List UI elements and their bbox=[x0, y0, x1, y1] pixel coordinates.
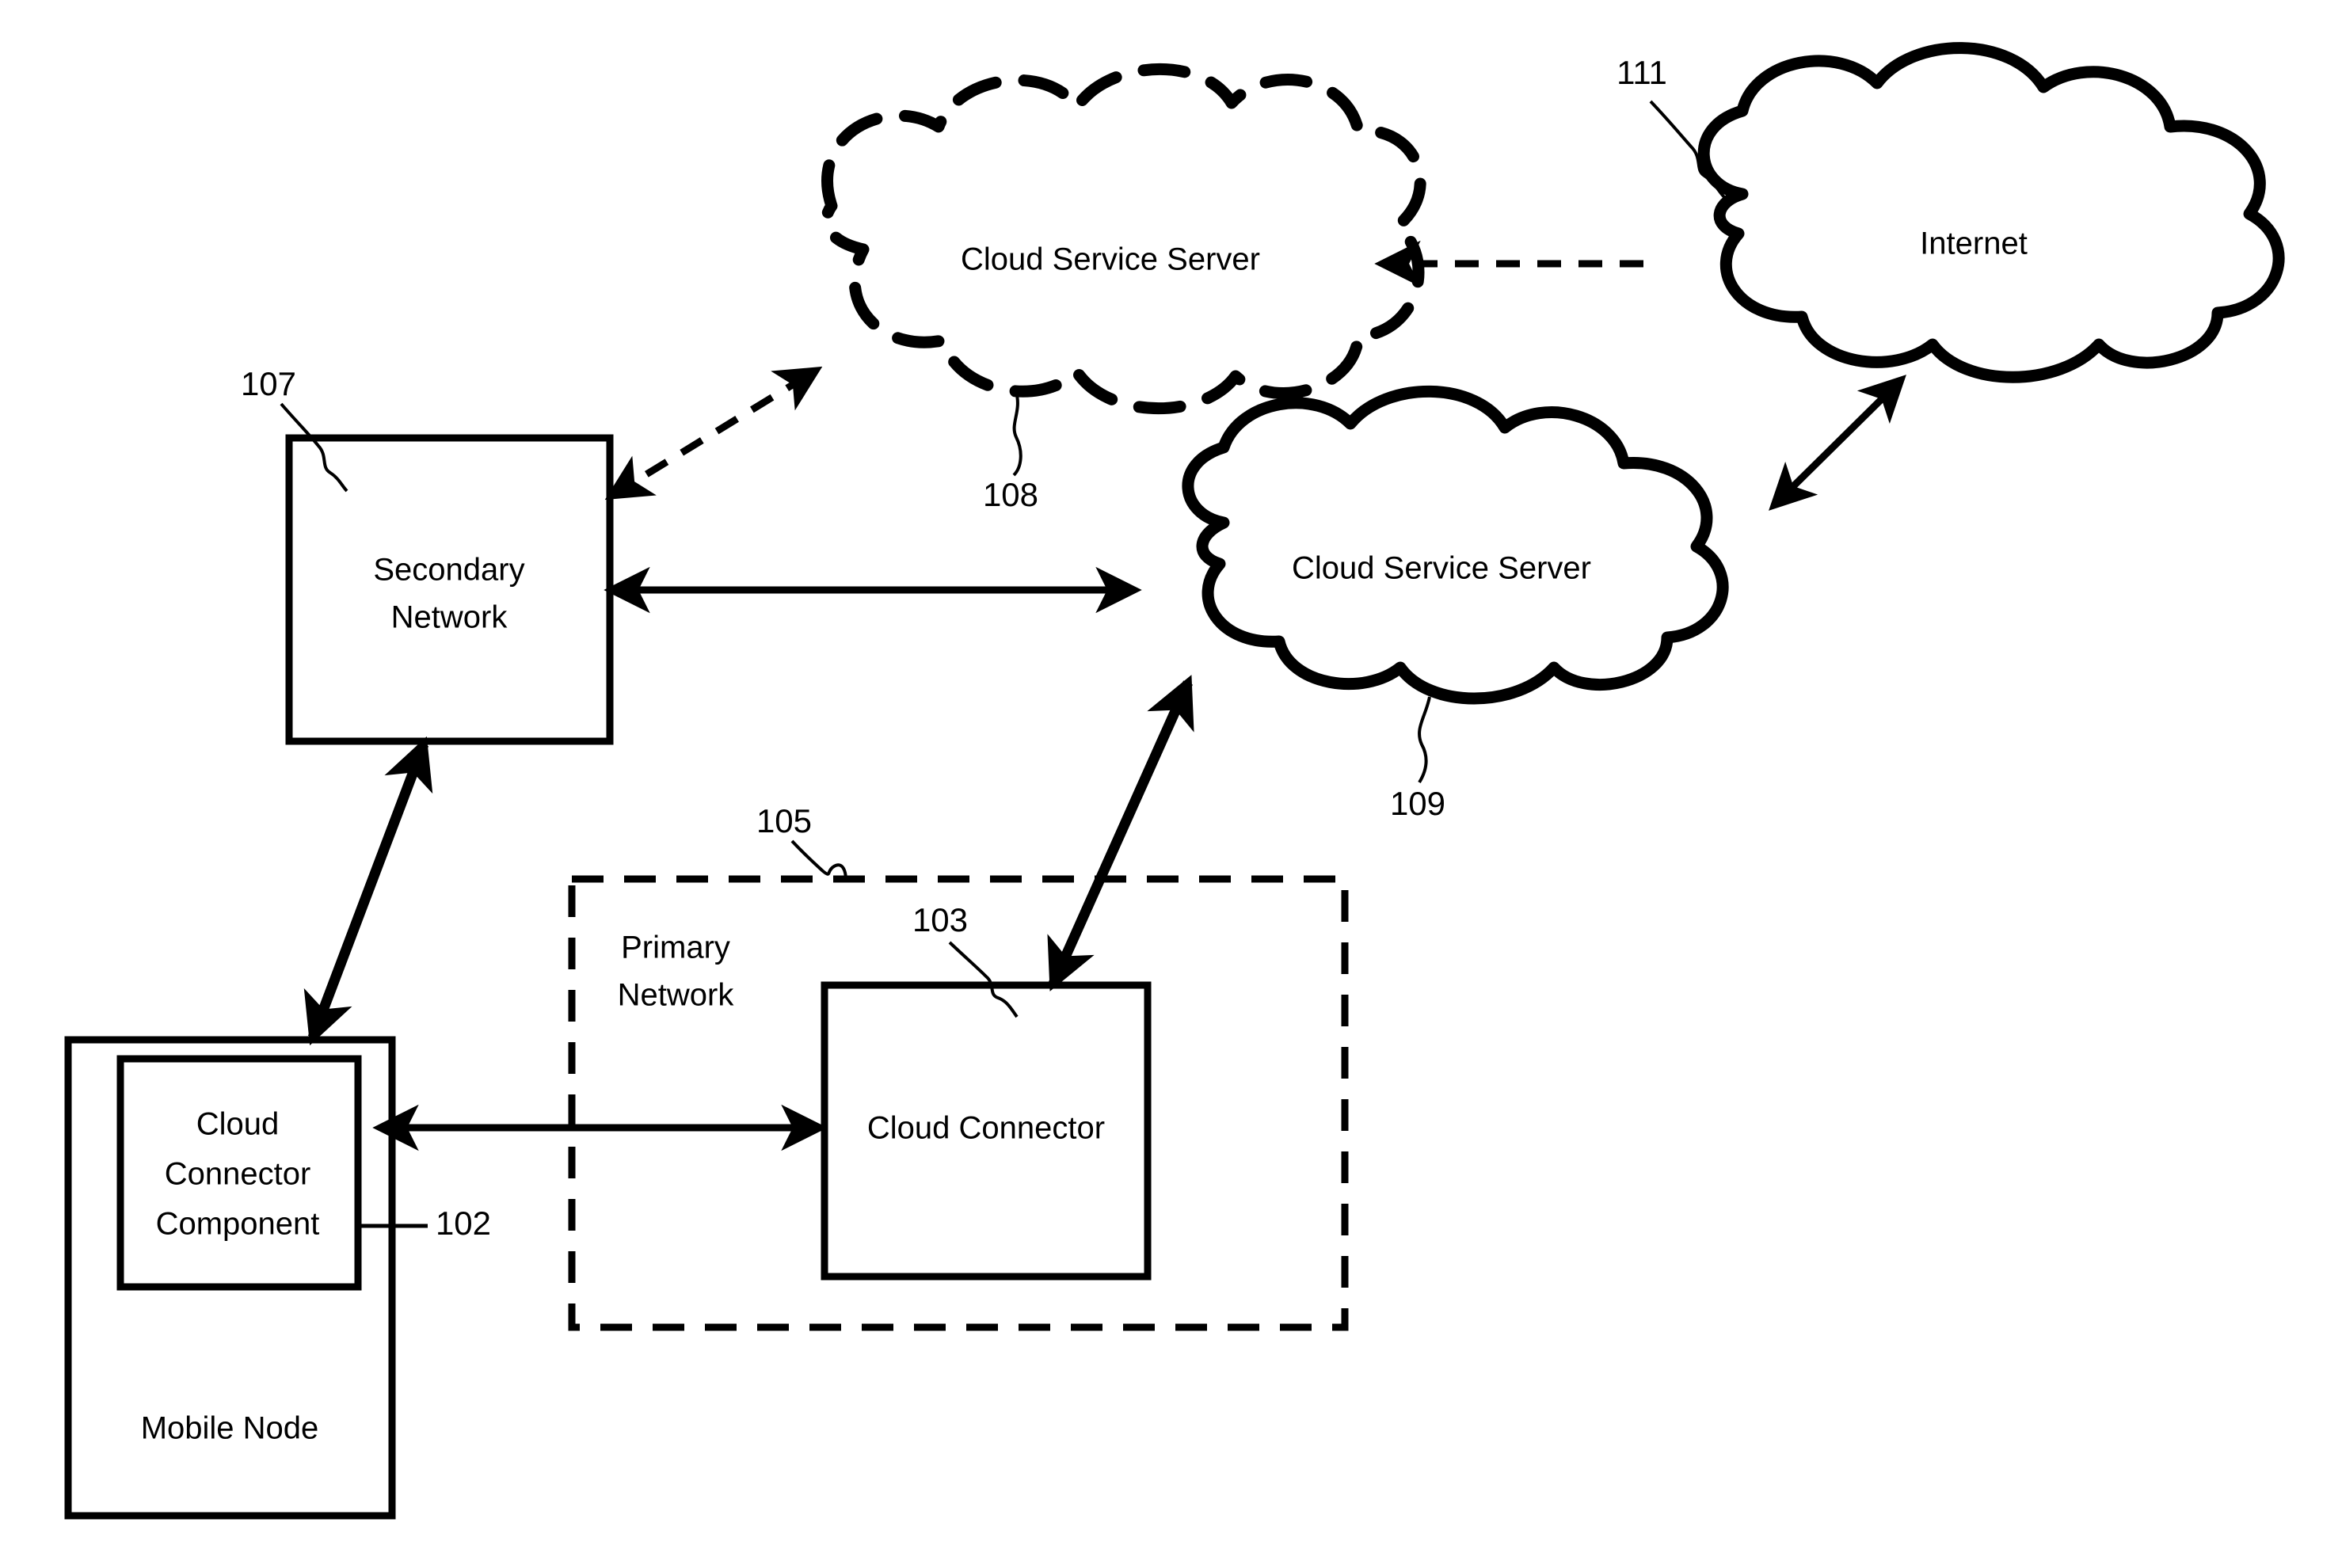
ref-108-leader: 108 bbox=[983, 391, 1038, 513]
cloud-connector-component-label-line3: Component bbox=[156, 1207, 320, 1242]
cloud-connector-component-label-line2: Connector bbox=[165, 1157, 311, 1192]
cloud-service-server-solid-label: Cloud Service Server bbox=[1292, 551, 1591, 586]
cloud-service-server-dashed-label: Cloud Service Server bbox=[961, 242, 1260, 277]
node-cloud-service-server-dashed[interactable]: Cloud Service Server bbox=[821, 63, 1426, 415]
ref-105-leader: 105 bbox=[756, 802, 847, 881]
internet-cloud-shape bbox=[1697, 42, 2285, 383]
ref-105-squiggle bbox=[790, 839, 847, 881]
ref-109-label: 109 bbox=[1390, 785, 1445, 822]
secondary-network-label-line2: Network bbox=[391, 600, 508, 635]
ref-105-label: 105 bbox=[756, 802, 812, 839]
ref-102-label: 102 bbox=[436, 1205, 491, 1242]
primary-network-label-line1: Primary bbox=[621, 931, 730, 965]
ref-111-label: 111 bbox=[1617, 54, 1667, 91]
ref-108-label: 108 bbox=[983, 476, 1038, 513]
secondary-network-box bbox=[285, 434, 614, 745]
connector-cloud-connector-to-solid-cloud[interactable] bbox=[1047, 675, 1194, 991]
node-cloud-connector-component[interactable]: Cloud Connector Component bbox=[116, 1055, 362, 1291]
connector-secondary-network-to-dashed-cloud[interactable] bbox=[604, 366, 823, 500]
cloud-connector-component-label-line1: Cloud bbox=[196, 1107, 280, 1142]
primary-network-label-line2: Network bbox=[618, 978, 735, 1013]
cloud-connector-label: Cloud Connector bbox=[867, 1111, 1105, 1146]
internet-label: Internet bbox=[1920, 226, 2028, 261]
node-cloud-connector[interactable]: Cloud Connector bbox=[821, 981, 1152, 1281]
ref-103-label: 103 bbox=[912, 901, 968, 938]
connector-mobile-node-to-secondary-network[interactable] bbox=[303, 736, 433, 1046]
node-internet[interactable]: Internet bbox=[1697, 42, 2285, 383]
ref-109-leader: 109 bbox=[1390, 696, 1445, 822]
secondary-network-label-line1: Secondary bbox=[373, 553, 524, 588]
patent-figure-canvas: Cloud Service Server 108 Internet 111 Cl… bbox=[0, 0, 2342, 1568]
node-secondary-network[interactable]: Secondary Network bbox=[285, 434, 614, 745]
ref-107-label: 107 bbox=[241, 365, 296, 402]
connector-internet-to-solid-cloud[interactable] bbox=[1769, 375, 1906, 511]
cloud-solid-shape bbox=[1182, 385, 1729, 705]
ref-108-squiggle bbox=[1012, 391, 1022, 477]
ref-109-squiggle bbox=[1418, 696, 1431, 784]
node-cloud-service-server-solid[interactable]: Cloud Service Server bbox=[1182, 385, 1729, 705]
cloud-dashed-shape bbox=[821, 63, 1426, 415]
diagram-svg: Cloud Service Server 108 Internet 111 Cl… bbox=[64, 42, 2285, 1520]
mobile-node-label: Mobile Node bbox=[141, 1411, 319, 1446]
